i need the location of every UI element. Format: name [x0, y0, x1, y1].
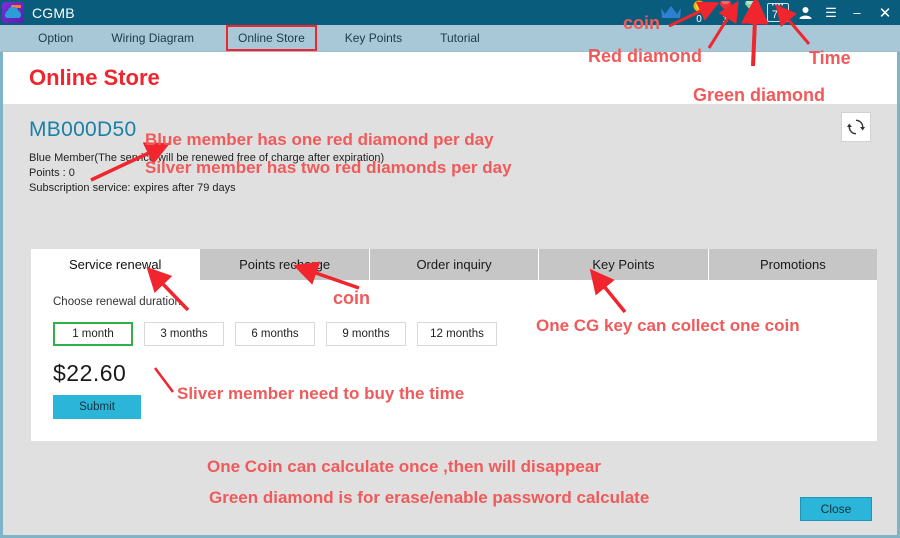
duration-6-months[interactable]: 6 months	[235, 322, 315, 346]
account-subscription-line: Subscription service: expires after 79 d…	[29, 182, 236, 194]
refresh-icon[interactable]	[841, 112, 871, 142]
minimize-icon[interactable]: –	[844, 0, 870, 25]
tab-service-renewal[interactable]: Service renewal	[31, 249, 201, 280]
app-window: CGMB 0 1 20 •••• 79 ☰ – ✕ Option Wiring …	[0, 0, 900, 538]
duration-options: 1 month 3 months 6 months 9 months 12 mo…	[53, 322, 877, 346]
window-title: CGMB	[32, 4, 75, 21]
green-diamond-status[interactable]: 20	[738, 0, 764, 25]
tab-panel-service-renewal: Choose renewal duration 1 month 3 months…	[31, 280, 877, 419]
crown-icon	[656, 5, 686, 20]
tab-key-points[interactable]: Key Points	[539, 249, 709, 280]
menu-item-wiring-diagram[interactable]: Wiring Diagram	[101, 27, 204, 49]
hamburger-icon[interactable]: ☰	[818, 0, 844, 25]
days-value: 79	[771, 9, 785, 21]
titlebar-right-group: 0 1 20 •••• 79 ☰ – ✕	[656, 0, 900, 25]
menu-item-online-store[interactable]: Online Store	[226, 25, 317, 51]
annotation-green-diamond-use: Green diamond is for erase/enable passwo…	[209, 488, 650, 507]
red-diamond-icon	[719, 0, 732, 14]
user-icon[interactable]	[792, 0, 818, 25]
red-diamond-value: 1	[722, 14, 728, 25]
menu-bar: Option Wiring Diagram Online Store Key P…	[0, 25, 900, 52]
account-section: MB000D50 Blue Member(The service will be…	[3, 104, 897, 200]
close-icon[interactable]: ✕	[870, 0, 900, 25]
choose-duration-label: Choose renewal duration	[53, 296, 181, 308]
submit-button[interactable]: Submit	[53, 395, 141, 419]
price-value: $22.60	[53, 360, 127, 386]
tab-promotions[interactable]: Promotions	[708, 249, 878, 280]
red-diamond-status[interactable]: 1	[712, 0, 738, 25]
card-tabs: Service renewal Points recharge Order in…	[31, 249, 878, 280]
tab-points-recharge[interactable]: Points recharge	[200, 249, 370, 280]
duration-9-months[interactable]: 9 months	[326, 322, 406, 346]
tab-order-inquiry[interactable]: Order inquiry	[369, 249, 540, 280]
menu-item-option[interactable]: Option	[28, 27, 83, 49]
page-title: Online Store	[29, 65, 160, 90]
coin-status[interactable]: 0	[686, 0, 712, 25]
duration-1-month[interactable]: 1 month	[53, 322, 133, 346]
title-bar: CGMB 0 1 20 •••• 79 ☰ – ✕	[0, 0, 900, 25]
account-member-line: Blue Member(The service will be renewed …	[29, 152, 385, 164]
green-diamond-value: 20	[745, 14, 757, 25]
coin-icon	[693, 0, 705, 14]
green-diamond-icon	[744, 0, 758, 14]
account-id: MB000D50	[29, 118, 137, 141]
car-app-icon	[2, 2, 24, 23]
duration-12-months[interactable]: 12 months	[417, 322, 497, 346]
coin-value: 0	[696, 14, 702, 25]
calendar-days-status[interactable]: •••• 79	[767, 3, 789, 22]
close-button[interactable]: Close	[800, 497, 872, 521]
duration-3-months[interactable]: 3 months	[144, 322, 224, 346]
menu-item-tutorial[interactable]: Tutorial	[430, 27, 490, 49]
annotation-one-coin: One Coin can calculate once ,then will d…	[207, 457, 601, 476]
page-header: Online Store	[3, 52, 897, 104]
store-card: Service renewal Points recharge Order in…	[31, 249, 878, 441]
account-points-line: Points : 0	[29, 167, 75, 179]
menu-item-key-points[interactable]: Key Points	[335, 27, 412, 49]
